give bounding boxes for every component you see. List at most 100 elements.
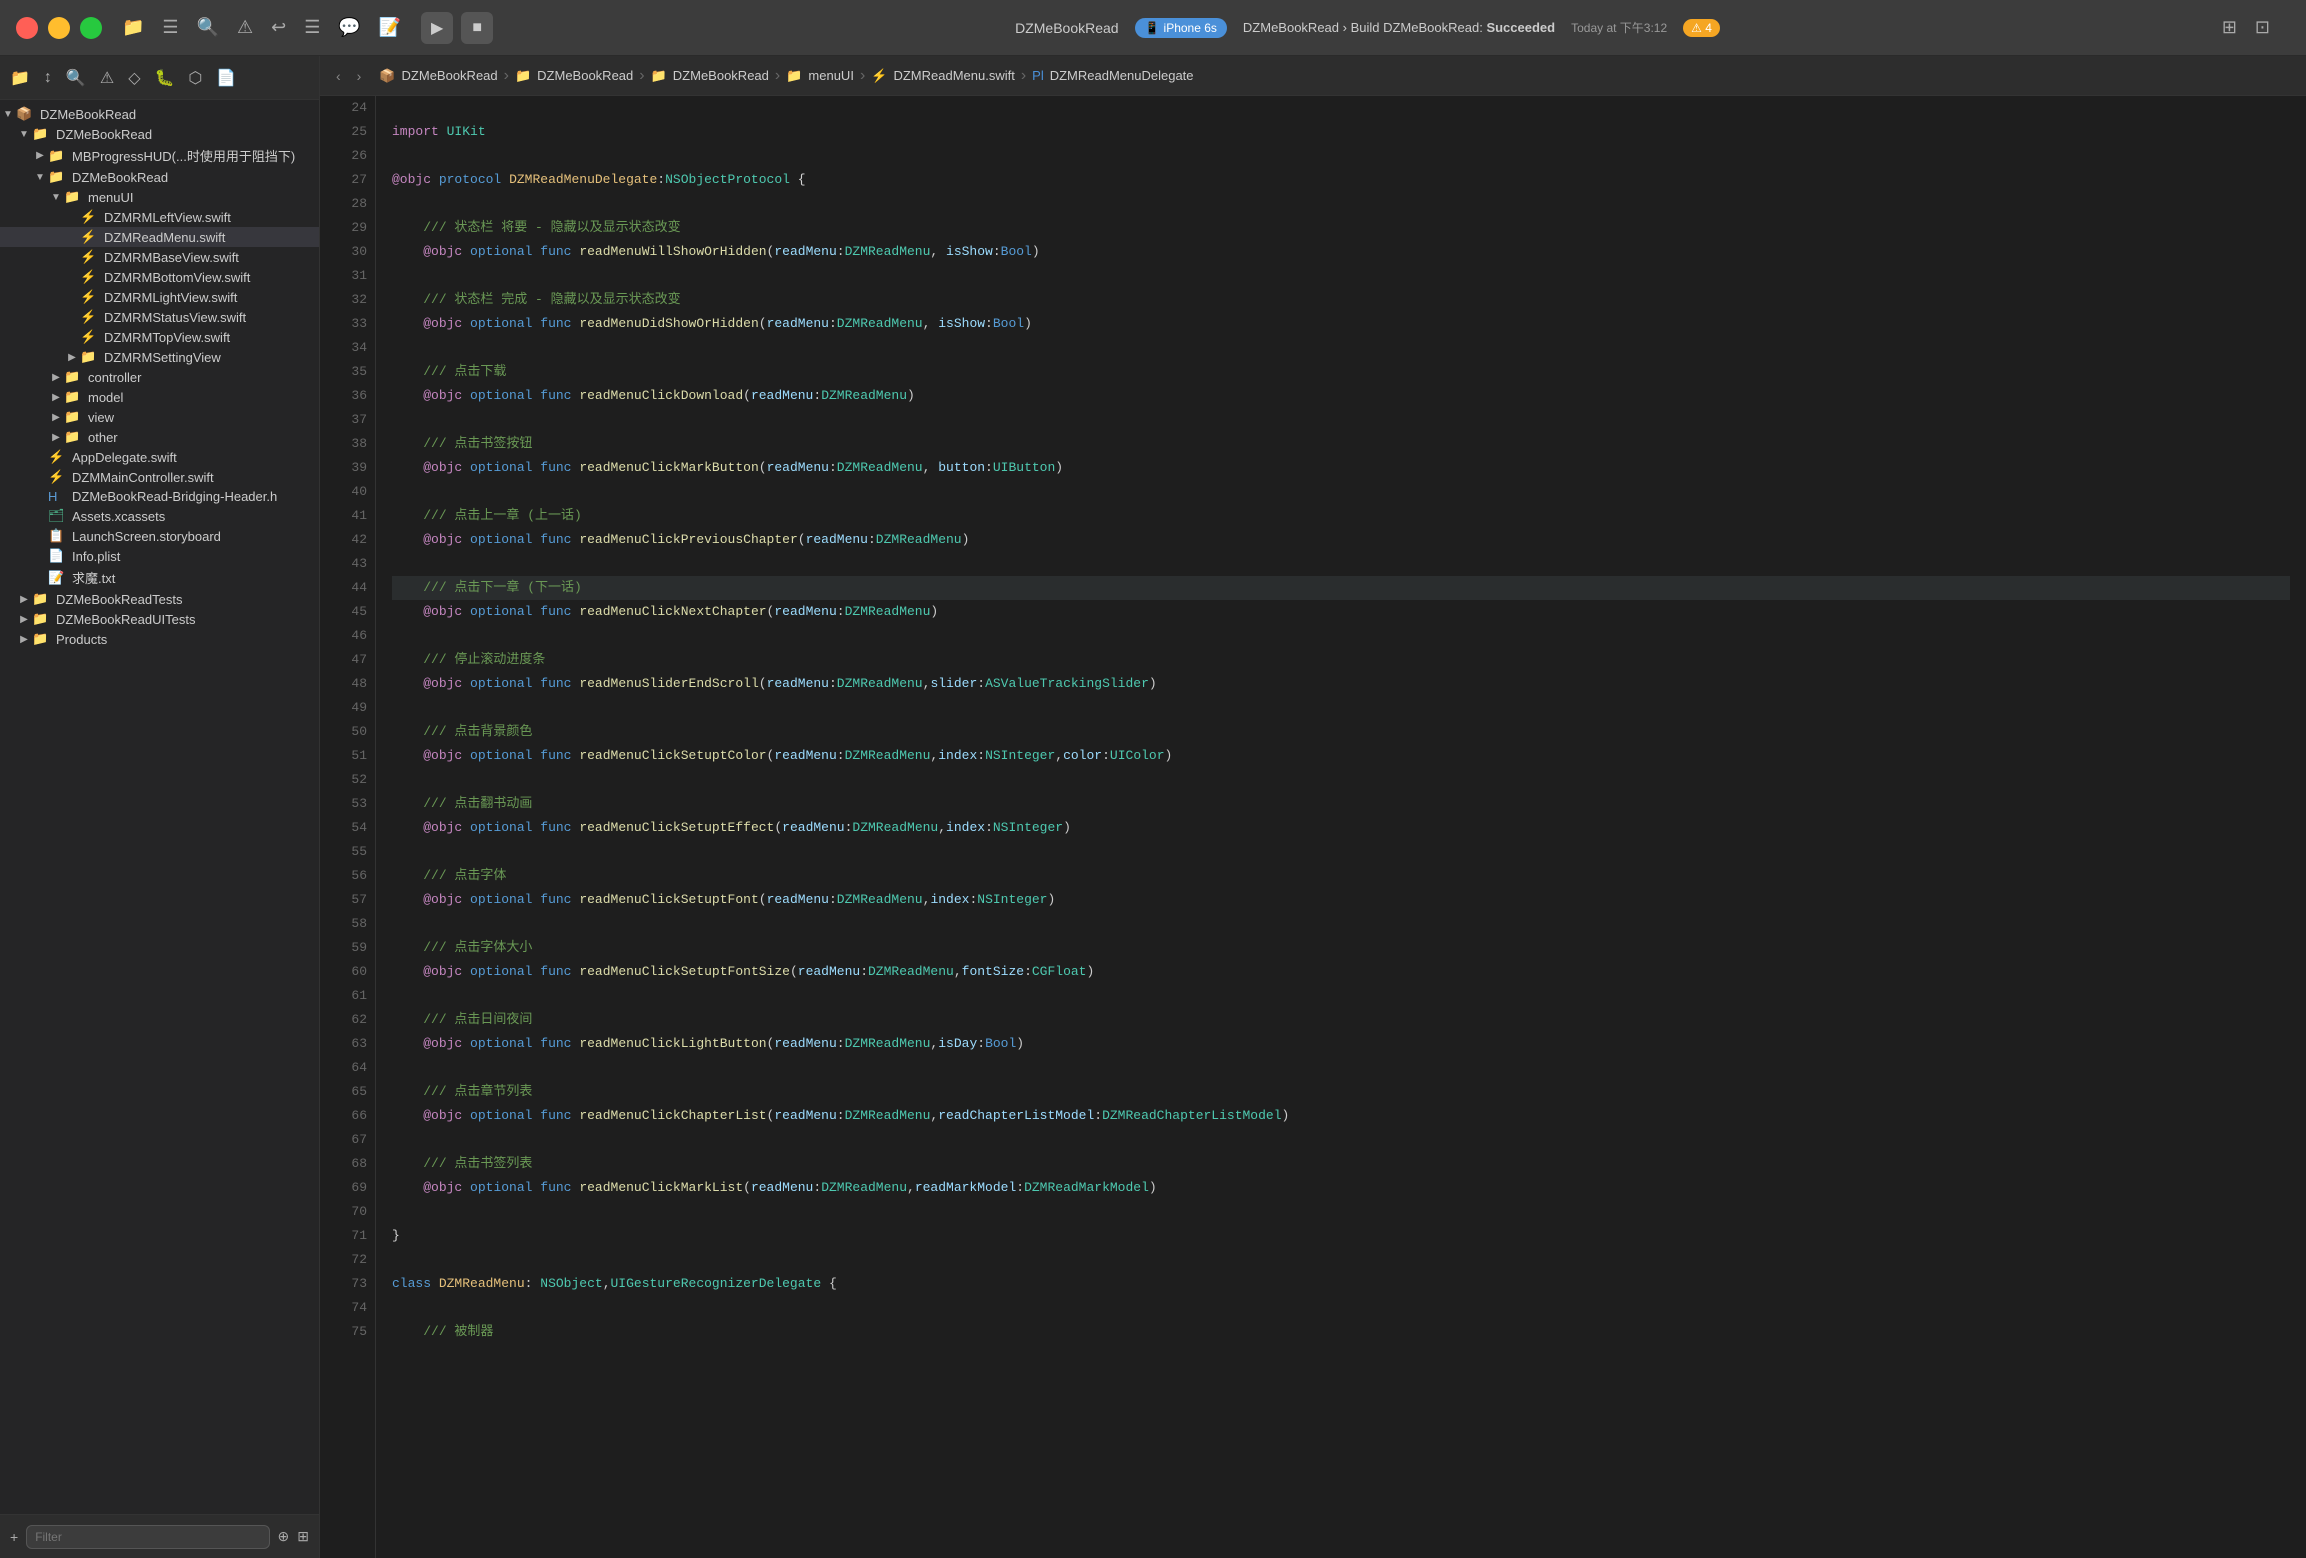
tree-item-readmenu[interactable]: ⚡ DZMReadMenu.swift xyxy=(0,227,319,247)
code-line-61 xyxy=(392,984,2290,1008)
bubble-icon[interactable]: 💬 xyxy=(338,17,360,38)
sidebar-test-icon[interactable]: ◇ xyxy=(128,68,140,88)
breadcrumb-item-5[interactable]: ⚡ DZMReadMenu.swift xyxy=(871,68,1015,84)
inspector-icon[interactable]: ⊡ xyxy=(2255,17,2270,38)
code-line-55 xyxy=(392,840,2290,864)
sidebar-breakpoint-icon[interactable]: ⬡ xyxy=(188,68,202,88)
code-line-44: /// 点击下一章 (下一话) xyxy=(392,576,2290,600)
code-line-26 xyxy=(392,144,2290,168)
tree-item-bridging[interactable]: H DZMeBookRead-Bridging-Header.h xyxy=(0,487,319,506)
tree-item-qiumo[interactable]: 📝 求魔.txt xyxy=(0,566,319,589)
code-line-37 xyxy=(392,408,2290,432)
code-line-54: @objc optional func readMenuClickSetuptE… xyxy=(392,816,2290,840)
tree-item-maincontroller[interactable]: ⚡ DZMMainController.swift xyxy=(0,467,319,487)
code-line-40 xyxy=(392,480,2290,504)
maximize-button[interactable] xyxy=(80,17,102,39)
device-badge[interactable]: 📱 iPhone 6s xyxy=(1135,18,1227,38)
code-line-35: /// 点击下载 xyxy=(392,360,2290,384)
tree-item-mbprogress[interactable]: ▶ 📁 MBProgressHUD(...时使用用于阻挡下) xyxy=(0,144,319,167)
tree-item-bottomview[interactable]: ⚡ DZMRMBottomView.swift xyxy=(0,267,319,287)
tree-item-topview[interactable]: ⚡ DZMRMTopView.swift xyxy=(0,327,319,347)
sidebar-search-icon[interactable]: 🔍 xyxy=(66,68,86,88)
tree-item-launchscreen[interactable]: 📋 LaunchScreen.storyboard xyxy=(0,526,319,546)
code-line-33: @objc optional func readMenuDidShowOrHid… xyxy=(392,312,2290,336)
code-line-25: import UIKit xyxy=(392,120,2290,144)
tree-item-leftview[interactable]: ⚡ DZMRMLeftView.swift xyxy=(0,207,319,227)
code-line-24 xyxy=(392,96,2290,120)
code-line-69: @objc optional func readMenuClickMarkLis… xyxy=(392,1176,2290,1200)
tree-item-model[interactable]: ▶ 📁 model xyxy=(0,387,319,407)
breadcrumb-item-4[interactable]: 📁 menuUI xyxy=(786,68,854,84)
forward-button[interactable]: › xyxy=(353,66,366,86)
tree-item-assets[interactable]: 🗂 Assets.xcassets xyxy=(0,506,319,526)
comment-icon[interactable]: 📝 xyxy=(379,17,401,38)
editor-area: ‹ › 📦 DZMeBookRead › 📁 DZMeBookRead › 📁 … xyxy=(320,56,2306,1558)
breadcrumb-item-6[interactable]: Pl DZMReadMenuDelegate xyxy=(1032,68,1193,83)
sort-icon[interactable]: ⊞ xyxy=(297,1528,309,1545)
add-file-icon[interactable]: + xyxy=(10,1529,18,1545)
code-line-64 xyxy=(392,1056,2290,1080)
file-tree: ▼ 📦 DZMeBookRead ▼ 📁 DZMeBookRead ▶ 📁 MB… xyxy=(0,100,319,1514)
tree-item-other[interactable]: ▶ 📁 other xyxy=(0,427,319,447)
code-line-50: /// 点击背景颜色 xyxy=(392,720,2290,744)
sidebar-issue-icon[interactable]: ⚠ xyxy=(100,68,114,88)
code-line-42: @objc optional func readMenuClickPreviou… xyxy=(392,528,2290,552)
stop-button[interactable]: ■ xyxy=(461,12,493,44)
build-status: DZMeBookRead › Build DZMeBookRead: Succe… xyxy=(1243,20,1555,35)
warning-icon[interactable]: ⚠ xyxy=(237,17,253,38)
tree-item-products[interactable]: ▶ 📁 Products xyxy=(0,629,319,649)
navigator-icon[interactable]: ☰ xyxy=(162,17,178,38)
code-line-58 xyxy=(392,912,2290,936)
filter-options-icon[interactable]: ⊕ xyxy=(278,1528,290,1545)
code-content[interactable]: import UIKit @objc protocol DZMReadMenuD… xyxy=(376,96,2306,1558)
run-button[interactable]: ▶ xyxy=(421,12,453,44)
back-button[interactable]: ‹ xyxy=(332,66,345,86)
folder-icon[interactable]: 📁 xyxy=(122,17,144,38)
code-line-47: /// 停止滚动进度条 xyxy=(392,648,2290,672)
title-center: DZMeBookRead 📱 iPhone 6s DZMeBookRead › … xyxy=(513,18,2222,38)
warning-badge[interactable]: ⚠ 4 xyxy=(1683,19,1720,37)
line-numbers: 24 25 26 27 28 29 30 31 32 33 34 35 36 3… xyxy=(320,96,376,1558)
toolbar-right: ⊞ ⊡ xyxy=(2222,17,2270,38)
minimize-button[interactable] xyxy=(48,17,70,39)
code-line-45: @objc optional func readMenuClickNextCha… xyxy=(392,600,2290,624)
code-line-60: @objc optional func readMenuClickSetuptF… xyxy=(392,960,2290,984)
tree-item-baseview[interactable]: ⚡ DZMRMBaseView.swift xyxy=(0,247,319,267)
tree-item-view[interactable]: ▶ 📁 view xyxy=(0,407,319,427)
sidebar-debug-icon[interactable]: 🐛 xyxy=(155,68,175,88)
breadcrumb-item-1[interactable]: 📦 DZMeBookRead xyxy=(379,68,497,84)
breadcrumb-item-3[interactable]: 📁 DZMeBookRead xyxy=(651,68,769,84)
close-button[interactable] xyxy=(16,17,38,39)
filter-input[interactable] xyxy=(26,1525,269,1549)
code-line-52 xyxy=(392,768,2290,792)
code-line-56: /// 点击字体 xyxy=(392,864,2290,888)
tree-item-lightview[interactable]: ⚡ DZMRMLightView.swift xyxy=(0,287,319,307)
sidebar-folder-icon[interactable]: 📁 xyxy=(10,68,30,88)
device-name: iPhone 6s xyxy=(1164,21,1217,35)
search-icon[interactable]: 🔍 xyxy=(197,17,219,38)
timestamp: Today at 下午3:12 xyxy=(1571,19,1667,36)
window-controls xyxy=(16,17,102,39)
tree-item-root[interactable]: ▼ 📦 DZMeBookRead xyxy=(0,104,319,124)
tree-item-readtests[interactable]: ▶ 📁 DZMeBookReadTests xyxy=(0,589,319,609)
tree-item-group1[interactable]: ▼ 📁 DZMeBookRead xyxy=(0,124,319,144)
sidebar-vcs-icon[interactable]: ↕ xyxy=(44,69,52,87)
code-line-27: @objc protocol DZMReadMenuDelegate:NSObj… xyxy=(392,168,2290,192)
tree-item-controller[interactable]: ▶ 📁 controller xyxy=(0,367,319,387)
sidebar: 📁 ↕ 🔍 ⚠ ◇ 🐛 ⬡ 📄 ▼ 📦 DZMeBookRead ▼ 📁 DZM… xyxy=(0,56,320,1558)
bookmark-icon[interactable]: ↩ xyxy=(271,17,286,38)
tree-item-statusview[interactable]: ⚡ DZMRMStatusView.swift xyxy=(0,307,319,327)
tree-item-menuui[interactable]: ▼ 📁 menuUI xyxy=(0,187,319,207)
grid-icon[interactable]: ⊞ xyxy=(2222,17,2237,38)
tree-item-infoplist[interactable]: 📄 Info.plist xyxy=(0,546,319,566)
tree-item-settingview[interactable]: ▶ 📁 DZMRMSettingView xyxy=(0,347,319,367)
sidebar-report-icon[interactable]: 📄 xyxy=(216,68,236,88)
breadcrumb-item-2[interactable]: 📁 DZMeBookRead xyxy=(515,68,633,84)
tree-item-appdelegate[interactable]: ⚡ AppDelegate.swift xyxy=(0,447,319,467)
tree-item-readuitests[interactable]: ▶ 📁 DZMeBookReadUITests xyxy=(0,609,319,629)
code-line-46 xyxy=(392,624,2290,648)
tree-item-dzm[interactable]: ▼ 📁 DZMeBookRead xyxy=(0,167,319,187)
code-line-62: /// 点击日间夜间 xyxy=(392,1008,2290,1032)
list-icon[interactable]: ☰ xyxy=(304,17,320,38)
breadcrumb-sep-4: › xyxy=(860,67,865,85)
